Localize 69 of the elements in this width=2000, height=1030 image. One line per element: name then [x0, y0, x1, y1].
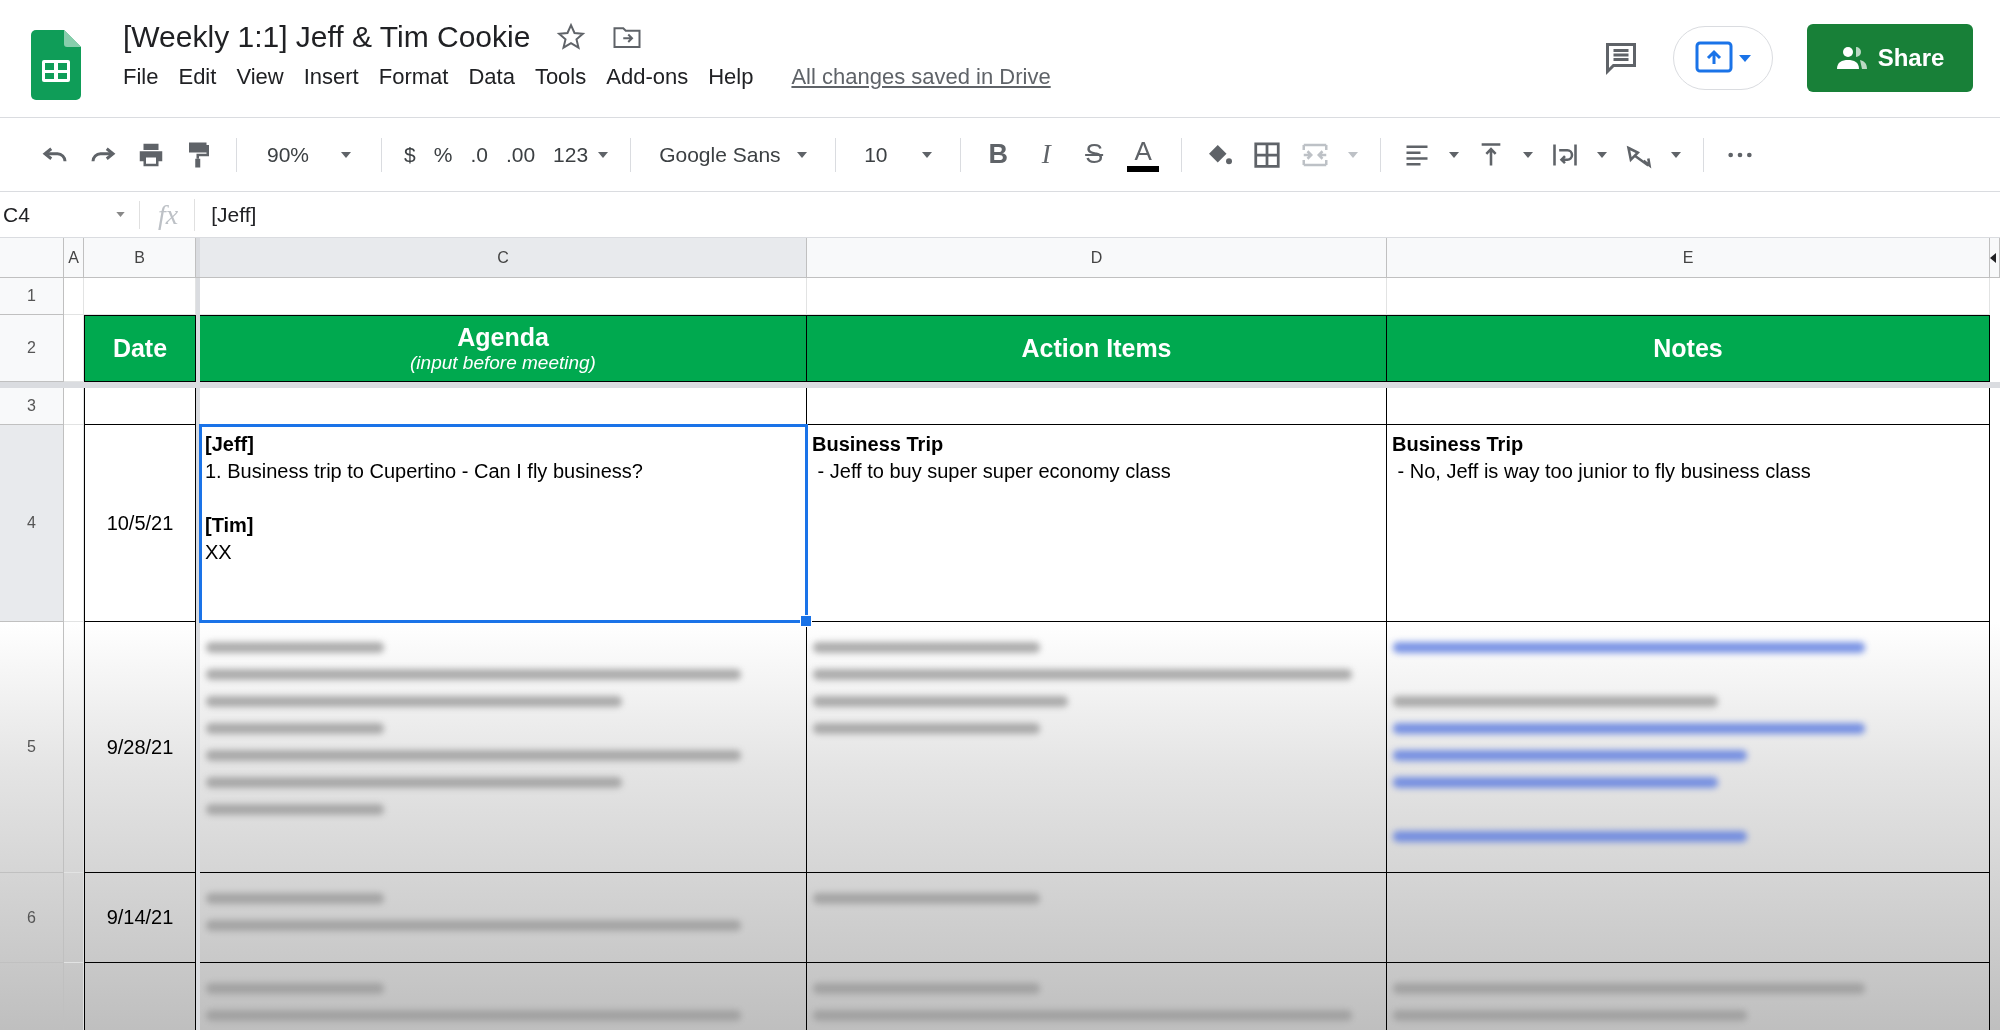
caret-icon[interactable]: [1523, 151, 1534, 158]
comment-icon[interactable]: [1603, 40, 1639, 76]
caret-icon: [116, 212, 125, 217]
caret-icon: [1348, 151, 1359, 158]
caret-icon[interactable]: [1597, 151, 1608, 158]
row-header[interactable]: 5: [0, 622, 64, 873]
caret-icon[interactable]: [922, 151, 933, 158]
caret-icon[interactable]: [341, 151, 351, 158]
share-button[interactable]: Share: [1807, 24, 1973, 92]
strikethrough-button[interactable]: S: [1079, 139, 1110, 170]
bold-button[interactable]: B: [983, 139, 1014, 170]
cell-text: XX: [205, 540, 233, 565]
font-dropdown[interactable]: Google Sans: [653, 142, 814, 167]
column-header[interactable]: E: [1387, 238, 1990, 277]
menu-item[interactable]: Edit: [168, 62, 227, 92]
menu-item[interactable]: Format: [368, 62, 459, 92]
caret-icon[interactable]: [598, 151, 609, 158]
star-icon[interactable]: [556, 22, 587, 52]
menu-item[interactable]: Tools: [524, 62, 597, 92]
text-color-button[interactable]: A: [1127, 137, 1160, 172]
upload-icon: [1695, 41, 1733, 75]
column-header[interactable]: D: [807, 238, 1387, 277]
column-header[interactable]: B: [84, 238, 196, 277]
increase-decimals-button[interactable]: .00: [505, 142, 536, 167]
currency-button[interactable]: $: [404, 142, 416, 167]
menu-item[interactable]: File: [123, 62, 169, 92]
percent-button[interactable]: %: [433, 142, 453, 167]
fill-handle[interactable]: [800, 615, 812, 627]
caret-icon[interactable]: [1671, 151, 1682, 158]
caret-icon[interactable]: [797, 151, 808, 158]
caret-icon[interactable]: [1449, 151, 1460, 158]
menu-item[interactable]: View: [226, 62, 294, 92]
menu-item[interactable]: Help: [698, 62, 764, 92]
header-cell: Notes: [1387, 315, 1990, 382]
column-header[interactable]: A: [64, 238, 84, 277]
cell-text: - Jeff to buy super super economy class: [816, 459, 1172, 484]
sheets-logo-icon[interactable]: [31, 30, 81, 100]
menu-item[interactable]: Insert: [293, 62, 369, 92]
row-header[interactable]: 6: [0, 873, 64, 963]
function-label: fx: [158, 198, 196, 231]
cell-text: 1. Business trip to Cupertino - Can I fly business?: [205, 459, 644, 484]
row-header[interactable]: 3: [0, 388, 64, 425]
row-header[interactable]: 1: [0, 278, 64, 315]
header-cell: Action Items: [807, 315, 1387, 382]
header-cell: Date: [84, 315, 196, 382]
decrease-decimals-button[interactable]: .0: [470, 142, 488, 167]
italic-button[interactable]: I: [1031, 139, 1062, 170]
cell-heading: Business Trip: [1392, 432, 1525, 457]
menu-item[interactable]: Add-ons: [596, 62, 699, 92]
row-header[interactable]: 4: [0, 425, 64, 622]
cell-heading: [Tim]: [205, 513, 255, 538]
cell-heading: [Jeff]: [205, 432, 255, 457]
zoom-dropdown[interactable]: 90%: [259, 142, 359, 167]
caret-icon: [1739, 54, 1751, 62]
cell-text: - No, Jeff is way too junior to fly business class: [1396, 459, 1812, 484]
row-header[interactable]: 2: [0, 315, 64, 382]
save-status-link[interactable]: All changes saved in Drive: [791, 64, 1051, 90]
borders-icon[interactable]: [1252, 139, 1283, 170]
formula-field[interactable]: [Jeff]: [211, 202, 257, 227]
more-formats-dropdown[interactable]: 123: [553, 142, 609, 167]
people-icon: [1835, 45, 1868, 71]
menu-item[interactable]: Data: [458, 62, 525, 92]
name-box[interactable]: C4: [0, 200, 140, 229]
empty-cell: [64, 388, 84, 425]
column-header[interactable]: C: [200, 238, 807, 277]
document-title[interactable]: [Weekly 1:1] Jeff & Tim Cookie: [123, 20, 531, 54]
font-size-dropdown[interactable]: 10: [858, 142, 939, 167]
header-cell: Agenda (input before meeting): [200, 315, 807, 382]
cell-heading: Business Trip: [812, 432, 945, 457]
